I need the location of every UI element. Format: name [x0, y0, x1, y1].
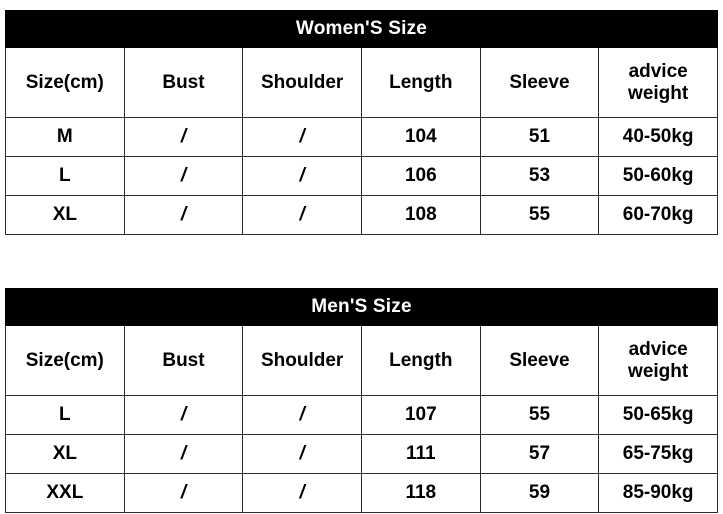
column-header-length: Length [360, 47, 481, 118]
cell-shoulder: / [242, 473, 362, 513]
cell-bust: / [123, 395, 244, 435]
column-header-length: Length [360, 325, 481, 396]
cell-length: 107 [360, 395, 481, 435]
cell-advice-weight: 60-70kg [598, 195, 718, 235]
table-row: XL / / 108 55 60-70kg [5, 195, 718, 235]
cell-length: 108 [360, 195, 481, 235]
mens-table-title: Men'S Size [5, 288, 718, 326]
mens-size-table: Men'S Size Size(cm) Bust Shoulder Length… [5, 288, 718, 513]
cell-sleeve: 55 [479, 395, 600, 435]
column-header-shoulder: Shoulder [242, 325, 362, 396]
cell-advice-weight: 65-75kg [598, 434, 718, 474]
mens-column-header-row: Size(cm) Bust Shoulder Length Sleeve adv… [5, 325, 718, 396]
cell-size: L [5, 395, 125, 435]
cell-shoulder: / [242, 395, 362, 435]
column-header-sleeve: Sleeve [479, 47, 600, 118]
cell-size: M [5, 117, 125, 157]
cell-sleeve: 53 [479, 156, 600, 196]
cell-sleeve: 51 [479, 117, 600, 157]
column-header-size: Size(cm) [5, 47, 125, 118]
cell-shoulder: / [242, 195, 362, 235]
mens-title-row: Men'S Size [5, 288, 718, 326]
cell-bust: / [123, 156, 244, 196]
cell-shoulder: / [242, 156, 362, 196]
cell-advice-weight: 50-60kg [598, 156, 718, 196]
column-header-advice-weight: advice weight [598, 325, 718, 396]
table-row: M / / 104 51 40-50kg [5, 117, 718, 157]
table-row: L / / 106 53 50-60kg [5, 156, 718, 196]
column-header-advice-weight: advice weight [598, 47, 718, 118]
cell-bust: / [123, 434, 244, 474]
cell-size: XL [5, 434, 125, 474]
column-header-bust: Bust [123, 325, 244, 396]
cell-shoulder: / [242, 434, 362, 474]
column-header-bust: Bust [123, 47, 244, 118]
cell-shoulder: / [242, 117, 362, 157]
column-header-shoulder: Shoulder [242, 47, 362, 118]
cell-length: 118 [360, 473, 481, 513]
table-row: L / / 107 55 50-65kg [5, 395, 718, 435]
cell-advice-weight: 85-90kg [598, 473, 718, 513]
cell-size: L [5, 156, 125, 196]
cell-sleeve: 57 [479, 434, 600, 474]
womens-size-table: Women'S Size Size(cm) Bust Shoulder Leng… [5, 10, 718, 235]
cell-length: 106 [360, 156, 481, 196]
cell-length: 111 [360, 434, 481, 474]
table-row: XXL / / 118 59 85-90kg [5, 473, 718, 513]
cell-advice-weight: 40-50kg [598, 117, 718, 157]
womens-table-title: Women'S Size [5, 10, 718, 48]
womens-column-header-row: Size(cm) Bust Shoulder Length Sleeve adv… [5, 47, 718, 118]
cell-sleeve: 55 [479, 195, 600, 235]
cell-sleeve: 59 [479, 473, 600, 513]
cell-length: 104 [360, 117, 481, 157]
column-header-size: Size(cm) [5, 325, 125, 396]
cell-bust: / [123, 473, 244, 513]
cell-bust: / [123, 117, 244, 157]
cell-size: XXL [5, 473, 125, 513]
size-chart-sheet: Women'S Size Size(cm) Bust Shoulder Leng… [0, 0, 723, 514]
cell-advice-weight: 50-65kg [598, 395, 718, 435]
column-header-sleeve: Sleeve [479, 325, 600, 396]
cell-bust: / [123, 195, 244, 235]
table-row: XL / / 111 57 65-75kg [5, 434, 718, 474]
cell-size: XL [5, 195, 125, 235]
womens-title-row: Women'S Size [5, 10, 718, 48]
